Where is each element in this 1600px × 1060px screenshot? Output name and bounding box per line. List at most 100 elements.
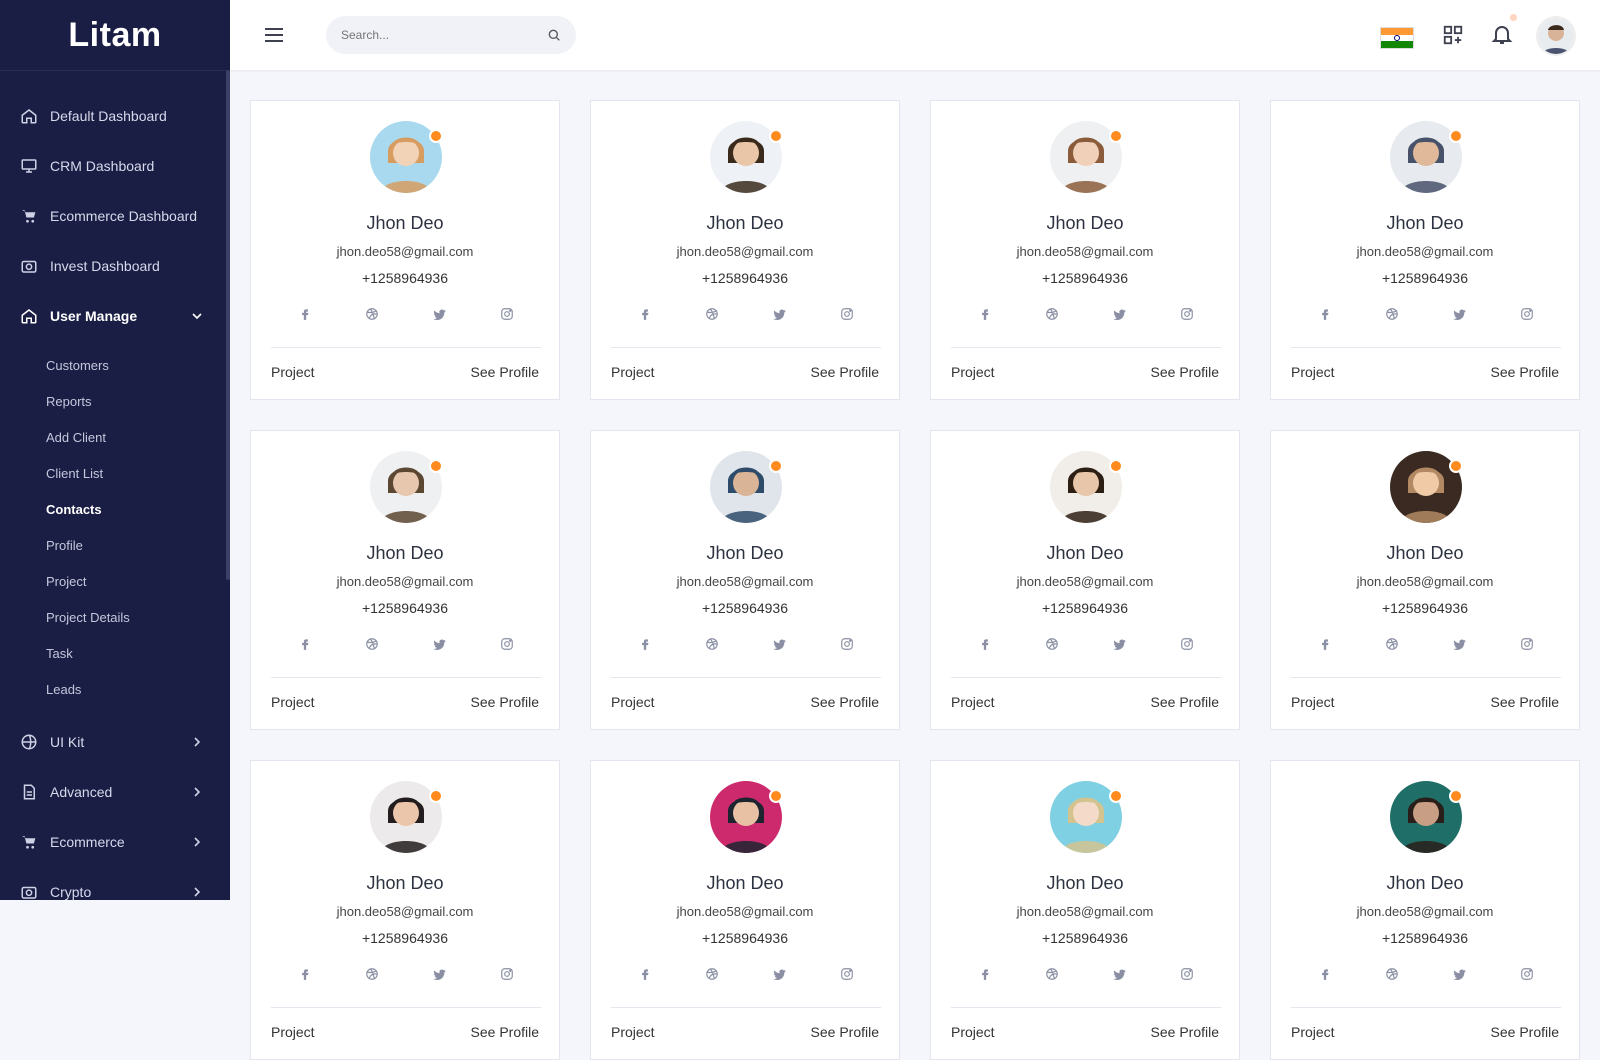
dribbble-icon[interactable] bbox=[703, 965, 721, 983]
see-profile-link[interactable]: See Profile bbox=[1491, 694, 1559, 710]
sidebar-scrollbar[interactable] bbox=[226, 70, 230, 580]
submenu-profile[interactable]: Profile bbox=[0, 527, 230, 563]
facebook-icon[interactable] bbox=[636, 635, 654, 653]
twitter-icon[interactable] bbox=[771, 965, 789, 983]
instagram-icon[interactable] bbox=[1178, 965, 1196, 983]
dribbble-icon[interactable] bbox=[1043, 635, 1061, 653]
sidebar-item-ecommerce[interactable]: Ecommerce bbox=[0, 817, 230, 867]
twitter-icon[interactable] bbox=[1111, 305, 1129, 323]
facebook-icon[interactable] bbox=[976, 635, 994, 653]
facebook-icon[interactable] bbox=[1316, 635, 1334, 653]
sidebar-item-advanced[interactable]: Advanced bbox=[0, 767, 230, 817]
see-profile-link[interactable]: See Profile bbox=[811, 1024, 879, 1040]
twitter-icon[interactable] bbox=[1451, 305, 1469, 323]
dribbble-icon[interactable] bbox=[1383, 965, 1401, 983]
india-flag-icon[interactable] bbox=[1380, 27, 1414, 49]
see-profile-link[interactable]: See Profile bbox=[1151, 364, 1219, 380]
facebook-icon[interactable] bbox=[296, 635, 314, 653]
facebook-icon[interactable] bbox=[636, 965, 654, 983]
dribbble-icon[interactable] bbox=[363, 635, 381, 653]
instagram-icon[interactable] bbox=[838, 965, 856, 983]
sidebar-item-ui-kit[interactable]: UI Kit bbox=[0, 717, 230, 767]
instagram-icon[interactable] bbox=[1518, 965, 1536, 983]
instagram-icon[interactable] bbox=[838, 305, 856, 323]
project-link[interactable]: Project bbox=[1291, 364, 1335, 380]
search-input[interactable] bbox=[326, 27, 543, 43]
instagram-icon[interactable] bbox=[498, 305, 516, 323]
sidebar-item-invest-dashboard[interactable]: Invest Dashboard bbox=[0, 241, 230, 291]
project-link[interactable]: Project bbox=[271, 364, 315, 380]
project-link[interactable]: Project bbox=[611, 364, 655, 380]
submenu-project-details[interactable]: Project Details bbox=[0, 599, 230, 635]
dribbble-icon[interactable] bbox=[1383, 305, 1401, 323]
twitter-icon[interactable] bbox=[1111, 965, 1129, 983]
facebook-icon[interactable] bbox=[976, 965, 994, 983]
twitter-icon[interactable] bbox=[431, 965, 449, 983]
submenu-contacts[interactable]: Contacts bbox=[0, 491, 230, 527]
project-link[interactable]: Project bbox=[271, 694, 315, 710]
dribbble-icon[interactable] bbox=[363, 965, 381, 983]
apps-grid-icon[interactable] bbox=[1442, 24, 1464, 46]
submenu-customers[interactable]: Customers bbox=[0, 347, 230, 383]
user-avatar[interactable] bbox=[1536, 16, 1576, 56]
submenu-add-client[interactable]: Add Client bbox=[0, 419, 230, 455]
twitter-icon[interactable] bbox=[431, 635, 449, 653]
see-profile-link[interactable]: See Profile bbox=[1491, 1024, 1559, 1040]
sidebar-item-default-dashboard[interactable]: Default Dashboard bbox=[0, 91, 230, 141]
see-profile-link[interactable]: See Profile bbox=[471, 694, 539, 710]
twitter-icon[interactable] bbox=[1451, 635, 1469, 653]
see-profile-link[interactable]: See Profile bbox=[471, 364, 539, 380]
project-link[interactable]: Project bbox=[1291, 694, 1335, 710]
facebook-icon[interactable] bbox=[296, 965, 314, 983]
see-profile-link[interactable]: See Profile bbox=[1151, 1024, 1219, 1040]
submenu-leads[interactable]: Leads bbox=[0, 671, 230, 707]
search-icon[interactable] bbox=[546, 27, 562, 43]
project-link[interactable]: Project bbox=[951, 694, 995, 710]
project-link[interactable]: Project bbox=[611, 694, 655, 710]
instagram-icon[interactable] bbox=[1518, 635, 1536, 653]
twitter-icon[interactable] bbox=[771, 305, 789, 323]
twitter-icon[interactable] bbox=[1111, 635, 1129, 653]
twitter-icon[interactable] bbox=[431, 305, 449, 323]
sidebar-item-ecommerce-dashboard[interactable]: Ecommerce Dashboard bbox=[0, 191, 230, 241]
see-profile-link[interactable]: See Profile bbox=[811, 364, 879, 380]
project-link[interactable]: Project bbox=[951, 364, 995, 380]
dribbble-icon[interactable] bbox=[1043, 965, 1061, 983]
sidebar-item-crm-dashboard[interactable]: CRM Dashboard bbox=[0, 141, 230, 191]
instagram-icon[interactable] bbox=[1178, 305, 1196, 323]
facebook-icon[interactable] bbox=[1316, 305, 1334, 323]
facebook-icon[interactable] bbox=[636, 305, 654, 323]
facebook-icon[interactable] bbox=[976, 305, 994, 323]
see-profile-link[interactable]: See Profile bbox=[1151, 694, 1219, 710]
facebook-icon[interactable] bbox=[1316, 965, 1334, 983]
twitter-icon[interactable] bbox=[771, 635, 789, 653]
see-profile-link[interactable]: See Profile bbox=[1491, 364, 1559, 380]
submenu-task[interactable]: Task bbox=[0, 635, 230, 671]
sidebar-item-user-manage[interactable]: User Manage bbox=[0, 291, 230, 341]
hamburger-menu-icon[interactable] bbox=[264, 25, 284, 45]
dribbble-icon[interactable] bbox=[1043, 305, 1061, 323]
submenu-project[interactable]: Project bbox=[0, 563, 230, 599]
instagram-icon[interactable] bbox=[1518, 305, 1536, 323]
project-link[interactable]: Project bbox=[611, 1024, 655, 1040]
instagram-icon[interactable] bbox=[838, 635, 856, 653]
bell-icon[interactable] bbox=[1490, 22, 1514, 46]
instagram-icon[interactable] bbox=[498, 635, 516, 653]
project-link[interactable]: Project bbox=[271, 1024, 315, 1040]
project-link[interactable]: Project bbox=[1291, 1024, 1335, 1040]
app-logo[interactable]: Litam bbox=[0, 0, 230, 71]
facebook-icon[interactable] bbox=[296, 305, 314, 323]
dribbble-icon[interactable] bbox=[703, 305, 721, 323]
sidebar-item-crypto[interactable]: Crypto bbox=[0, 867, 230, 900]
submenu-reports[interactable]: Reports bbox=[0, 383, 230, 419]
submenu-client-list[interactable]: Client List bbox=[0, 455, 230, 491]
twitter-icon[interactable] bbox=[1451, 965, 1469, 983]
see-profile-link[interactable]: See Profile bbox=[471, 1024, 539, 1040]
project-link[interactable]: Project bbox=[951, 1024, 995, 1040]
dribbble-icon[interactable] bbox=[1383, 635, 1401, 653]
dribbble-icon[interactable] bbox=[363, 305, 381, 323]
see-profile-link[interactable]: See Profile bbox=[811, 694, 879, 710]
instagram-icon[interactable] bbox=[498, 965, 516, 983]
dribbble-icon[interactable] bbox=[703, 635, 721, 653]
instagram-icon[interactable] bbox=[1178, 635, 1196, 653]
